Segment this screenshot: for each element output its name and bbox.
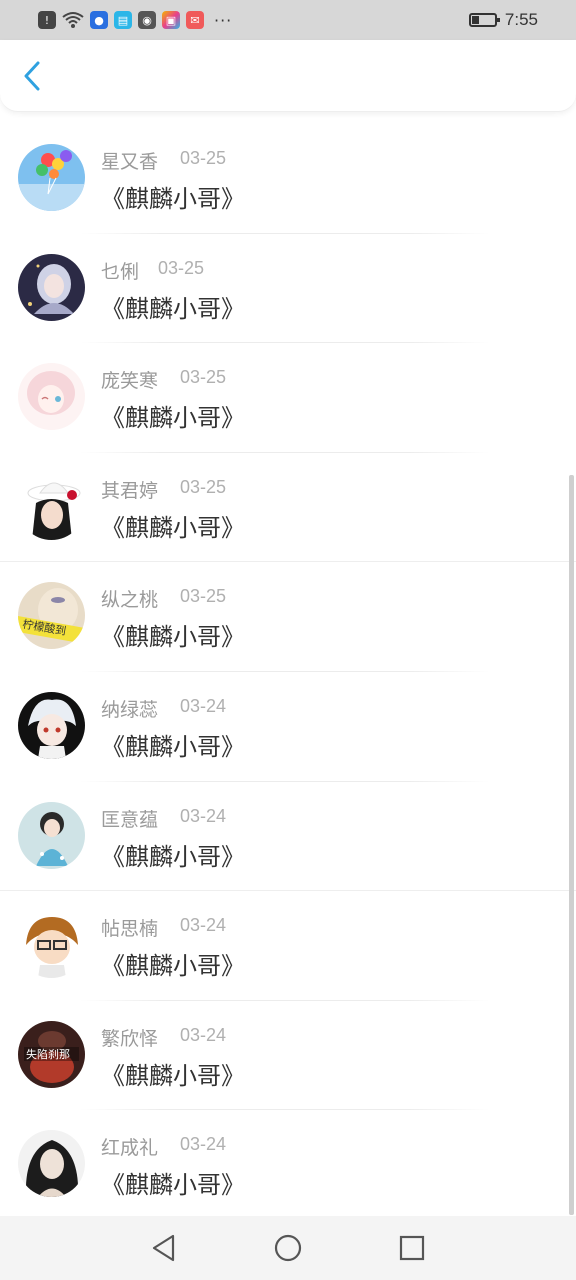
comment-date: 03-25 xyxy=(180,476,227,497)
comment-title[interactable]: 《麒麟小哥》 xyxy=(101,837,245,872)
top-app-bar xyxy=(0,40,576,112)
scrollbar[interactable] xyxy=(569,475,574,1215)
avatar[interactable]: 柠檬酸到 xyxy=(18,582,85,650)
comment-title[interactable]: 《麒麟小哥》 xyxy=(101,1056,245,1091)
comment-date: 03-24 xyxy=(180,915,227,936)
list-item[interactable]: 星又香 03-25 《麒麟小哥》 xyxy=(0,124,576,234)
comment-date: 03-24 xyxy=(180,1024,227,1045)
commenter-name[interactable]: 乜俐 xyxy=(101,257,139,284)
nav-recents-button[interactable] xyxy=(392,1228,432,1268)
back-button[interactable] xyxy=(16,60,48,92)
list-item[interactable]: 庞笑寒 03-25 《麒麟小哥》 xyxy=(0,343,576,453)
comment-date: 03-24 xyxy=(180,695,227,716)
commenter-name[interactable]: 匡意蕴 xyxy=(101,805,158,832)
app-colorful-icon: ▣ xyxy=(162,11,180,29)
comment-list[interactable]: 星又香 03-25 《麒麟小哥》 乜俐 03-25 《麒麟小哥》 庞笑寒 03-… xyxy=(0,124,576,1216)
battery-icon xyxy=(468,13,500,27)
comment-date: 03-25 xyxy=(158,257,205,278)
list-item[interactable]: 匡意蕴 03-24 《麒麟小哥》 xyxy=(0,782,576,892)
avatar[interactable] xyxy=(18,801,85,869)
comment-title[interactable]: 《麒麟小哥》 xyxy=(101,398,245,433)
wifi-icon xyxy=(62,12,84,28)
square-recents-icon xyxy=(399,1235,425,1261)
circle-home-icon xyxy=(274,1234,302,1262)
triangle-back-icon xyxy=(152,1234,175,1262)
commenter-name[interactable]: 庞笑寒 xyxy=(101,366,158,393)
comment-date: 03-25 xyxy=(180,148,227,168)
comment-title[interactable]: 《麒麟小哥》 xyxy=(101,727,245,762)
avatar[interactable] xyxy=(18,1130,85,1198)
clock: 7:55 xyxy=(504,10,538,29)
more-notifications-icon: ··· xyxy=(214,10,233,30)
mail-app-icon: ✉ xyxy=(186,11,204,29)
avatar[interactable] xyxy=(18,363,85,431)
status-bar: ! ● ▤ ◉ ▣ ✉ ··· 7:55 xyxy=(0,0,576,40)
system-nav-bar xyxy=(0,1216,576,1280)
comment-title[interactable]: 《麒麟小哥》 xyxy=(101,179,245,214)
nav-back-button[interactable] xyxy=(144,1228,184,1268)
commenter-name[interactable]: 其君婷 xyxy=(101,476,158,503)
comment-title[interactable]: 《麒麟小哥》 xyxy=(101,1165,245,1200)
commenter-name[interactable]: 星又香 xyxy=(101,147,158,174)
commenter-name[interactable]: 纳绿蕊 xyxy=(101,695,158,722)
list-item[interactable]: 帖思楠 03-24 《麒麟小哥》 xyxy=(0,891,576,1001)
wechat-icon: ◉ xyxy=(138,11,156,29)
list-item[interactable]: 红成礼 03-24 《麒麟小哥》 xyxy=(0,1110,576,1216)
comment-title[interactable]: 《麒麟小哥》 xyxy=(101,508,245,543)
comment-title[interactable]: 《麒麟小哥》 xyxy=(101,289,245,324)
commenter-name[interactable]: 帖思楠 xyxy=(101,914,158,941)
commenter-name[interactable]: 红成礼 xyxy=(101,1133,158,1160)
list-item[interactable]: 失陷刹那 繁欣怿 03-24 《麒麟小哥》 xyxy=(0,1001,576,1111)
list-item[interactable]: 纳绿蕊 03-24 《麒麟小哥》 xyxy=(0,672,576,782)
comment-date: 03-25 xyxy=(180,586,227,607)
nav-home-button[interactable] xyxy=(268,1228,308,1268)
baidu-icon: ● xyxy=(90,11,108,29)
avatar[interactable] xyxy=(18,144,85,211)
list-item[interactable]: 乜俐 03-25 《麒麟小哥》 xyxy=(0,234,576,344)
list-item[interactable]: 柠檬酸到 纵之桃 03-25 《麒麟小哥》 xyxy=(0,562,576,672)
list-item[interactable]: 其君婷 03-25 《麒麟小哥》 xyxy=(0,453,576,563)
alert-icon: ! xyxy=(38,11,56,29)
svg-text:失陷刹那: 失陷刹那 xyxy=(26,1047,70,1061)
avatar[interactable]: 失陷刹那 xyxy=(18,1020,85,1088)
commenter-name[interactable]: 纵之桃 xyxy=(101,585,158,612)
comment-title[interactable]: 《麒麟小哥》 xyxy=(101,617,245,652)
avatar[interactable] xyxy=(18,691,85,759)
status-icons: ! ● ▤ ◉ ▣ ✉ ··· xyxy=(38,11,232,30)
avatar[interactable] xyxy=(18,472,85,540)
avatar[interactable] xyxy=(18,253,85,321)
comment-title[interactable]: 《麒麟小哥》 xyxy=(101,946,245,981)
status-right: 7:55 xyxy=(468,10,538,30)
chevron-left-icon xyxy=(24,61,40,91)
comment-date: 03-24 xyxy=(180,1134,227,1155)
commenter-name[interactable]: 繁欣怿 xyxy=(101,1024,158,1051)
comment-date: 03-24 xyxy=(180,805,227,826)
reader-icon: ▤ xyxy=(114,11,132,29)
avatar[interactable] xyxy=(18,911,85,979)
comment-date: 03-25 xyxy=(180,367,227,388)
